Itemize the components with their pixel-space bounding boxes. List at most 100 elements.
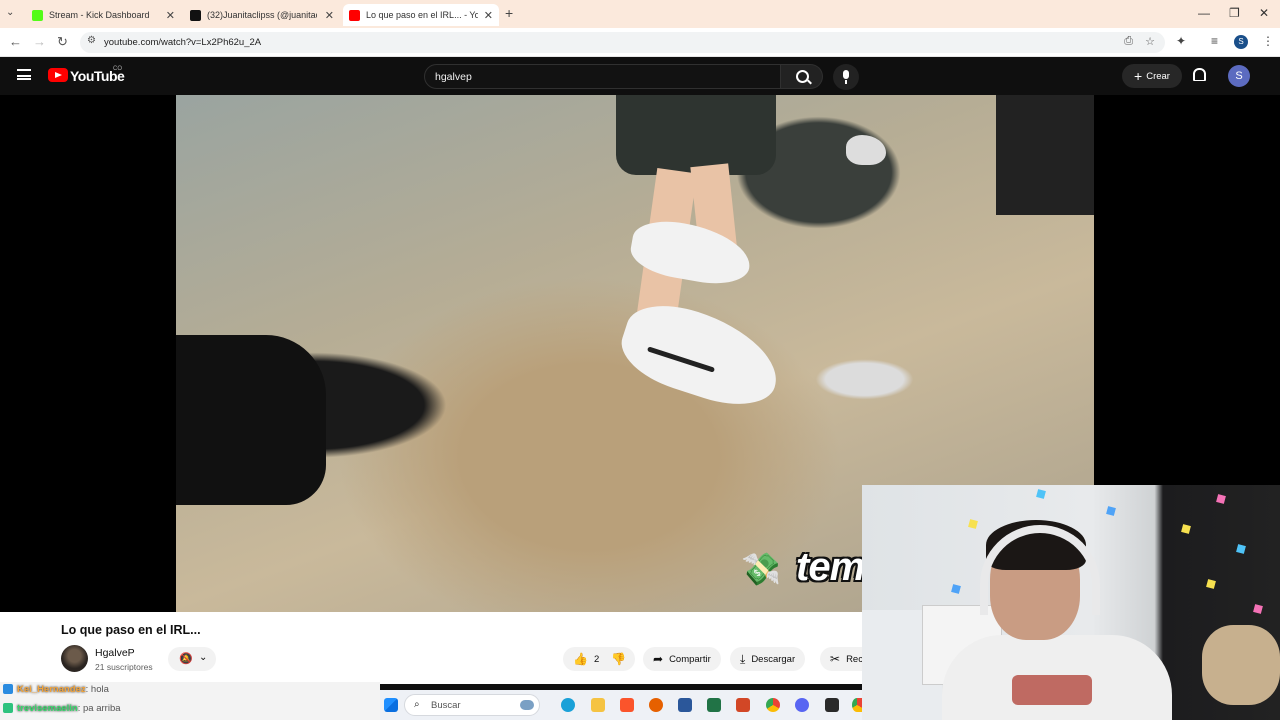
tiktok-favicon-icon — [190, 9, 201, 21]
sticky-note — [951, 584, 961, 594]
menu-hamburger-icon[interactable] — [17, 69, 31, 80]
chrome-icon[interactable] — [852, 698, 862, 712]
subscriber-count: 21 suscriptores — [95, 662, 153, 672]
channel-avatar[interactable] — [61, 645, 88, 672]
forward-arrow-icon[interactable]: → — [33, 34, 46, 49]
tab-youtube-video[interactable]: Lo que paso en el IRL... - YouTu ✕ — [343, 4, 499, 26]
clip-button[interactable]: ✂ Rec — [820, 647, 862, 671]
video-shorts — [616, 95, 776, 175]
windows-start-icon[interactable] — [384, 698, 398, 712]
sticky-note — [1216, 494, 1226, 504]
tab-search-menu-icon[interactable]: ⌄ — [6, 7, 14, 18]
sticky-note — [968, 519, 978, 529]
video-sneaker — [846, 135, 886, 165]
streamer-webcam — [862, 485, 1280, 720]
create-label: Crear — [1146, 70, 1170, 82]
site-info-icon[interactable]: ⚙ — [87, 35, 96, 46]
tab-title: Lo que paso en el IRL... - YouTu — [366, 10, 478, 20]
webcam-shirt-print — [1012, 675, 1092, 705]
search-input[interactable] — [425, 65, 780, 88]
powerpoint-icon[interactable] — [736, 698, 750, 712]
chat-text: : hola — [85, 684, 109, 695]
chat-badge-icon — [3, 684, 13, 695]
voice-search-mic-icon[interactable] — [833, 64, 859, 90]
thumbs-up-icon[interactable]: 👍 — [573, 652, 588, 666]
browser-toolbar: ← → ↻ ⚙ youtube.com/watch?v=Lx2Ph62u_2A … — [0, 28, 1280, 57]
chat-text: : pa arriba — [77, 703, 121, 714]
chat-message: trevisemaelin: pa arriba — [3, 703, 121, 714]
kick-favicon-icon — [32, 9, 43, 21]
sticky-note — [1181, 524, 1191, 534]
chat-username: trevisemaelin — [17, 703, 78, 714]
sticky-note — [1236, 544, 1246, 554]
video-caption: tem — [796, 545, 865, 589]
chevron-down-icon: ⌄ — [199, 652, 208, 663]
video-sneaker — [612, 292, 790, 418]
sticky-note — [1206, 579, 1216, 589]
chrome-menu-icon[interactable]: ⋮ — [1262, 34, 1274, 48]
download-button[interactable]: ⤓ Descargar — [730, 647, 806, 671]
new-tab-button[interactable]: + — [505, 5, 513, 21]
like-count: 2 — [593, 653, 600, 665]
back-arrow-icon[interactable]: ← — [9, 34, 22, 49]
bookmark-star-icon[interactable]: ☆ — [1145, 35, 1155, 48]
create-button[interactable]: + Crear — [1122, 64, 1182, 88]
chat-message: Kei_Hernandez: hola — [3, 684, 109, 695]
youtube-favicon-icon — [349, 9, 360, 21]
notifications-bell-icon[interactable] — [1193, 68, 1206, 81]
edge-icon[interactable] — [561, 698, 575, 712]
money-bag-emoji-icon: 💸 — [741, 551, 781, 587]
media-control-icon[interactable]: ≡ — [1211, 34, 1218, 48]
youtube-header: YouTube CO + Crear S — [0, 57, 1280, 95]
close-tab-icon[interactable]: ✕ — [484, 9, 493, 22]
chat-username: Kei_Hernandez — [17, 684, 86, 695]
minimize-icon[interactable]: — — [1198, 6, 1210, 20]
discord-icon[interactable] — [795, 698, 809, 712]
browser-tab-strip: ⌄ Stream - Kick Dashboard ✕ (32)Juanitac… — [0, 0, 1280, 28]
restore-icon[interactable]: ❐ — [1229, 6, 1240, 20]
close-tab-icon[interactable]: ✕ — [166, 9, 175, 22]
scissors-icon: ✂ — [830, 652, 841, 666]
chat-badge-icon — [3, 703, 13, 714]
search-icon: ⌕ — [414, 699, 420, 710]
thumbs-down-icon[interactable]: 👎 — [611, 652, 626, 666]
video-info-panel: Lo que paso en el IRL... HgalveP 21 susc… — [0, 612, 862, 684]
browser-profile-avatar[interactable]: S — [1234, 35, 1248, 49]
share-icon: ➦ — [653, 652, 664, 666]
file-explorer-icon[interactable] — [591, 698, 605, 712]
address-bar[interactable]: ⚙ youtube.com/watch?v=Lx2Ph62u_2A ⎙ ☆ — [80, 32, 1165, 53]
like-dislike-group: 👍 2 👎 — [563, 647, 635, 671]
close-window-icon[interactable]: ✕ — [1259, 6, 1269, 20]
webcam-plush — [1202, 625, 1280, 705]
close-tab-icon[interactable]: ✕ — [325, 9, 334, 22]
stream-chat-overlay: Kei_Hernandez: hola trevisemaelin: pa ar… — [0, 682, 380, 720]
download-label: Descargar — [751, 653, 796, 665]
video-dark-fabric — [176, 335, 326, 505]
tab-kick-dashboard[interactable]: Stream - Kick Dashboard ✕ — [26, 4, 181, 26]
youtube-logo-icon[interactable] — [48, 68, 68, 82]
reload-icon[interactable]: ↻ — [57, 34, 68, 50]
chrome-icon[interactable] — [766, 698, 780, 712]
url-text: youtube.com/watch?v=Lx2Ph62u_2A — [104, 37, 262, 48]
widgets-icon[interactable] — [520, 700, 534, 710]
download-icon: ⤓ — [740, 651, 746, 666]
search-field[interactable] — [424, 64, 781, 89]
excel-icon[interactable] — [707, 698, 721, 712]
epic-games-icon[interactable] — [825, 698, 839, 712]
word-icon[interactable] — [678, 698, 692, 712]
clip-label: Rec — [846, 653, 862, 665]
tab-tiktok[interactable]: (32)Juanitaclipss (@juanitaclips ✕ — [184, 4, 340, 26]
install-app-icon[interactable]: ⎙ — [1124, 35, 1133, 48]
subscription-notifications-button[interactable]: 🔕 ⌄ — [168, 647, 216, 671]
sticky-note — [1253, 604, 1263, 614]
search-button[interactable] — [781, 64, 823, 89]
taskbar-search-label: Buscar — [431, 700, 461, 711]
user-avatar[interactable]: S — [1228, 65, 1250, 87]
extensions-icon[interactable]: ✦ — [1176, 34, 1186, 48]
firefox-icon[interactable] — [649, 698, 663, 712]
brave-icon[interactable] — [620, 698, 634, 712]
share-button[interactable]: ➦ Compartir — [643, 647, 721, 671]
tab-title: (32)Juanitaclipss (@juanitaclips — [207, 10, 317, 20]
channel-name[interactable]: HgalveP — [95, 647, 135, 659]
video-title: Lo que paso en el IRL... — [61, 623, 201, 637]
